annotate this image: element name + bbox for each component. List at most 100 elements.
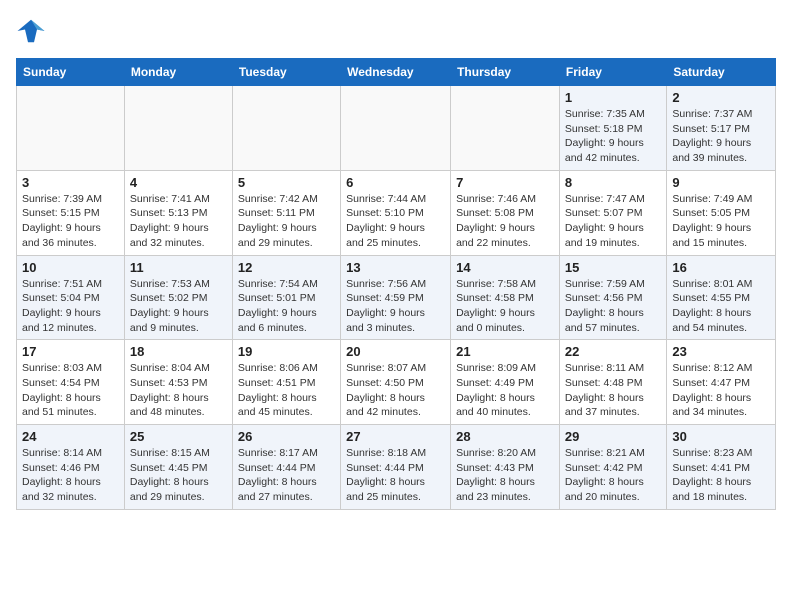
day-info: Sunrise: 7:53 AM Sunset: 5:02 PM Dayligh… — [130, 277, 227, 336]
day-info: Sunrise: 7:35 AM Sunset: 5:18 PM Dayligh… — [565, 107, 661, 166]
day-info: Sunrise: 8:23 AM Sunset: 4:41 PM Dayligh… — [672, 446, 770, 505]
calendar-cell: 24 Sunrise: 8:14 AM Sunset: 4:46 PM Dayli… — [17, 425, 125, 510]
day-info: Sunrise: 7:49 AM Sunset: 5:05 PM Dayligh… — [672, 192, 770, 251]
day-info: Sunrise: 8:03 AM Sunset: 4:54 PM Dayligh… — [22, 361, 119, 420]
calendar-cell: 26 Sunrise: 8:17 AM Sunset: 4:44 PM Dayli… — [232, 425, 340, 510]
day-number: 9 — [672, 175, 770, 190]
day-number: 7 — [456, 175, 554, 190]
calendar-cell — [124, 86, 232, 171]
day-info: Sunrise: 7:51 AM Sunset: 5:04 PM Dayligh… — [22, 277, 119, 336]
calendar-cell: 10 Sunrise: 7:51 AM Sunset: 5:04 PM Dayli… — [17, 255, 125, 340]
calendar-cell: 17 Sunrise: 8:03 AM Sunset: 4:54 PM Dayli… — [17, 340, 125, 425]
weekday-header-saturday: Saturday — [667, 59, 776, 86]
calendar-cell: 23Sunrise: 8:12 AM Sunset: 4:47 PM Dayli… — [667, 340, 776, 425]
calendar-cell: 5 Sunrise: 7:42 AM Sunset: 5:11 PM Daylig… — [232, 170, 340, 255]
calendar-cell: 4 Sunrise: 7:41 AM Sunset: 5:13 PM Daylig… — [124, 170, 232, 255]
day-info: Sunrise: 8:09 AM Sunset: 4:49 PM Dayligh… — [456, 361, 554, 420]
day-number: 21 — [456, 344, 554, 359]
day-number: 6 — [346, 175, 445, 190]
header — [16, 16, 776, 46]
calendar-cell: 19 Sunrise: 8:06 AM Sunset: 4:51 PM Dayli… — [232, 340, 340, 425]
weekday-header-row: SundayMondayTuesdayWednesdayThursdayFrid… — [17, 59, 776, 86]
day-number: 5 — [238, 175, 335, 190]
day-info: Sunrise: 8:07 AM Sunset: 4:50 PM Dayligh… — [346, 361, 445, 420]
day-number: 11 — [130, 260, 227, 275]
week-row-4: 17 Sunrise: 8:03 AM Sunset: 4:54 PM Dayli… — [17, 340, 776, 425]
day-number: 16 — [672, 260, 770, 275]
logo — [16, 16, 50, 46]
calendar-cell: 25 Sunrise: 8:15 AM Sunset: 4:45 PM Dayli… — [124, 425, 232, 510]
calendar-cell: 7 Sunrise: 7:46 AM Sunset: 5:08 PM Daylig… — [451, 170, 560, 255]
calendar-cell: 11 Sunrise: 7:53 AM Sunset: 5:02 PM Dayli… — [124, 255, 232, 340]
calendar-cell: 22 Sunrise: 8:11 AM Sunset: 4:48 PM Dayli… — [559, 340, 666, 425]
calendar-cell — [341, 86, 451, 171]
calendar-cell — [232, 86, 340, 171]
day-info: Sunrise: 8:21 AM Sunset: 4:42 PM Dayligh… — [565, 446, 661, 505]
calendar-cell — [451, 86, 560, 171]
calendar-cell: 28 Sunrise: 8:20 AM Sunset: 4:43 PM Dayli… — [451, 425, 560, 510]
calendar-cell: 21 Sunrise: 8:09 AM Sunset: 4:49 PM Dayli… — [451, 340, 560, 425]
day-info: Sunrise: 7:42 AM Sunset: 5:11 PM Dayligh… — [238, 192, 335, 251]
calendar-cell: 2Sunrise: 7:37 AM Sunset: 5:17 PM Daylig… — [667, 86, 776, 171]
day-number: 3 — [22, 175, 119, 190]
day-info: Sunrise: 7:39 AM Sunset: 5:15 PM Dayligh… — [22, 192, 119, 251]
calendar-cell: 18Sunrise: 8:04 AM Sunset: 4:53 PM Dayli… — [124, 340, 232, 425]
day-info: Sunrise: 8:06 AM Sunset: 4:51 PM Dayligh… — [238, 361, 335, 420]
weekday-header-friday: Friday — [559, 59, 666, 86]
week-row-3: 10 Sunrise: 7:51 AM Sunset: 5:04 PM Dayli… — [17, 255, 776, 340]
day-info: Sunrise: 7:41 AM Sunset: 5:13 PM Dayligh… — [130, 192, 227, 251]
day-number: 20 — [346, 344, 445, 359]
calendar-cell: 1 Sunrise: 7:35 AM Sunset: 5:18 PM Daylig… — [559, 86, 666, 171]
day-number: 12 — [238, 260, 335, 275]
day-number: 28 — [456, 429, 554, 444]
day-number: 1 — [565, 90, 661, 105]
week-row-5: 24 Sunrise: 8:14 AM Sunset: 4:46 PM Dayli… — [17, 425, 776, 510]
day-info: Sunrise: 7:54 AM Sunset: 5:01 PM Dayligh… — [238, 277, 335, 336]
day-number: 27 — [346, 429, 445, 444]
day-number: 8 — [565, 175, 661, 190]
calendar-cell: 20 Sunrise: 8:07 AM Sunset: 4:50 PM Dayli… — [341, 340, 451, 425]
day-number: 14 — [456, 260, 554, 275]
week-row-1: 1 Sunrise: 7:35 AM Sunset: 5:18 PM Daylig… — [17, 86, 776, 171]
calendar-cell: 14 Sunrise: 7:58 AM Sunset: 4:58 PM Dayli… — [451, 255, 560, 340]
day-info: Sunrise: 7:47 AM Sunset: 5:07 PM Dayligh… — [565, 192, 661, 251]
calendar-cell: 6 Sunrise: 7:44 AM Sunset: 5:10 PM Daylig… — [341, 170, 451, 255]
day-info: Sunrise: 8:01 AM Sunset: 4:55 PM Dayligh… — [672, 277, 770, 336]
calendar-cell: 9 Sunrise: 7:49 AM Sunset: 5:05 PM Daylig… — [667, 170, 776, 255]
day-info: Sunrise: 8:18 AM Sunset: 4:44 PM Dayligh… — [346, 446, 445, 505]
day-info: Sunrise: 7:58 AM Sunset: 4:58 PM Dayligh… — [456, 277, 554, 336]
day-info: Sunrise: 8:04 AM Sunset: 4:53 PM Dayligh… — [130, 361, 227, 420]
day-number: 13 — [346, 260, 445, 275]
calendar-table: SundayMondayTuesdayWednesdayThursdayFrid… — [16, 58, 776, 510]
day-number: 24 — [22, 429, 119, 444]
day-info: Sunrise: 8:11 AM Sunset: 4:48 PM Dayligh… — [565, 361, 661, 420]
calendar-cell: 12 Sunrise: 7:54 AM Sunset: 5:01 PM Dayli… — [232, 255, 340, 340]
day-number: 25 — [130, 429, 227, 444]
calendar-cell: 13 Sunrise: 7:56 AM Sunset: 4:59 PM Dayli… — [341, 255, 451, 340]
day-number: 4 — [130, 175, 227, 190]
week-row-2: 3 Sunrise: 7:39 AM Sunset: 5:15 PM Daylig… — [17, 170, 776, 255]
day-info: Sunrise: 7:44 AM Sunset: 5:10 PM Dayligh… — [346, 192, 445, 251]
day-number: 19 — [238, 344, 335, 359]
day-info: Sunrise: 8:20 AM Sunset: 4:43 PM Dayligh… — [456, 446, 554, 505]
calendar-cell: 30Sunrise: 8:23 AM Sunset: 4:41 PM Dayli… — [667, 425, 776, 510]
weekday-header-tuesday: Tuesday — [232, 59, 340, 86]
day-info: Sunrise: 8:15 AM Sunset: 4:45 PM Dayligh… — [130, 446, 227, 505]
day-number: 10 — [22, 260, 119, 275]
weekday-header-sunday: Sunday — [17, 59, 125, 86]
day-number: 22 — [565, 344, 661, 359]
day-number: 26 — [238, 429, 335, 444]
calendar-cell: 16 Sunrise: 8:01 AM Sunset: 4:55 PM Dayli… — [667, 255, 776, 340]
calendar-cell: 29Sunrise: 8:21 AM Sunset: 4:42 PM Dayli… — [559, 425, 666, 510]
calendar-cell — [17, 86, 125, 171]
weekday-header-monday: Monday — [124, 59, 232, 86]
day-number: 17 — [22, 344, 119, 359]
day-info: Sunrise: 7:56 AM Sunset: 4:59 PM Dayligh… — [346, 277, 445, 336]
day-info: Sunrise: 7:46 AM Sunset: 5:08 PM Dayligh… — [456, 192, 554, 251]
calendar-cell: 3 Sunrise: 7:39 AM Sunset: 5:15 PM Daylig… — [17, 170, 125, 255]
day-info: Sunrise: 7:37 AM Sunset: 5:17 PM Dayligh… — [672, 107, 770, 166]
weekday-header-thursday: Thursday — [451, 59, 560, 86]
calendar-cell: 15Sunrise: 7:59 AM Sunset: 4:56 PM Dayli… — [559, 255, 666, 340]
day-info: Sunrise: 8:14 AM Sunset: 4:46 PM Dayligh… — [22, 446, 119, 505]
day-info: Sunrise: 8:17 AM Sunset: 4:44 PM Dayligh… — [238, 446, 335, 505]
